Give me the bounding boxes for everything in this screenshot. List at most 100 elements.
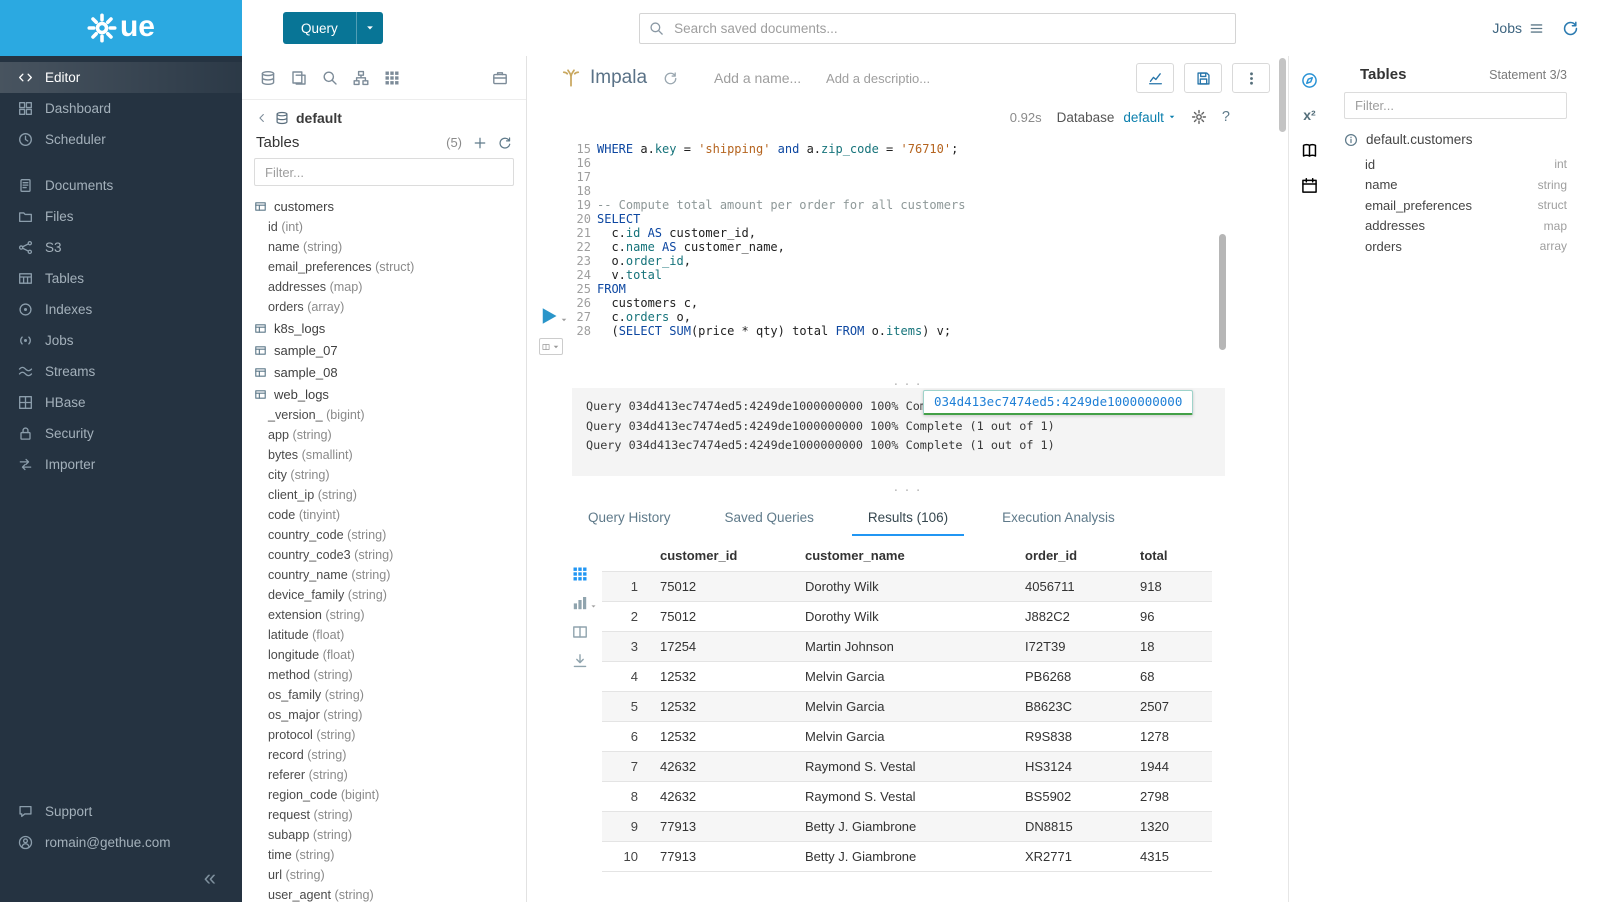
active-table-name[interactable]: default.customers	[1366, 132, 1473, 147]
result-row[interactable]: 275012Dorothy WilkJ882C296	[602, 602, 1212, 632]
sidebar-item-hbase[interactable]: HBase	[0, 387, 242, 418]
sidebar-item-indexes[interactable]: Indexes	[0, 294, 242, 325]
functions-icon[interactable]: x²	[1303, 107, 1315, 124]
grid-view-icon[interactable]	[572, 566, 588, 582]
result-row[interactable]: 175012Dorothy Wilk4056711918	[602, 572, 1212, 602]
resize-handle[interactable]: · · ·	[527, 484, 1288, 496]
sidebar-item-editor[interactable]: Editor	[0, 62, 242, 93]
right-column-name[interactable]: namestring	[1344, 175, 1567, 196]
columns-view-icon[interactable]	[572, 624, 588, 640]
chart-button[interactable]	[1136, 63, 1174, 93]
more-actions-button[interactable]	[1232, 63, 1270, 93]
hue-logo[interactable]: ue	[0, 0, 242, 56]
column-header-customer-name[interactable]: customer_name	[797, 540, 1017, 572]
right-column-addresses[interactable]: addressesmap	[1344, 216, 1567, 237]
sidebar-item-documents[interactable]: Documents	[0, 170, 242, 201]
assist-column-id[interactable]: id (int)	[254, 217, 526, 237]
download-icon[interactable]	[572, 653, 588, 669]
sidebar-item-security[interactable]: Security	[0, 418, 242, 449]
history-icon[interactable]	[1562, 20, 1579, 37]
assist-column-client-ip[interactable]: client_ip (string)	[254, 485, 526, 505]
assist-column-referer[interactable]: referer (string)	[254, 765, 526, 785]
assist-column-longitude[interactable]: longitude (float)	[254, 645, 526, 665]
assist-table-sample-08[interactable]: sample_08	[254, 361, 526, 383]
sidebar-item-dashboard[interactable]: Dashboard	[0, 93, 242, 124]
assist-column-os-family[interactable]: os_family (string)	[254, 685, 526, 705]
database-selector[interactable]: default	[1123, 110, 1176, 125]
sitemap-icon[interactable]	[353, 70, 369, 86]
assist-column-os-major[interactable]: os_major (string)	[254, 705, 526, 725]
chart-view-icon[interactable]	[572, 595, 588, 611]
snippet-settings-button[interactable]	[539, 338, 563, 355]
column-header-customer-id[interactable]: customer_id	[652, 540, 797, 572]
assist-column-extension[interactable]: extension (string)	[254, 605, 526, 625]
user-menu[interactable]: romain@gethue.com	[0, 827, 242, 858]
assist-column-url[interactable]: url (string)	[254, 865, 526, 885]
right-column-orders[interactable]: ordersarray	[1344, 236, 1567, 257]
query-name-input[interactable]	[714, 70, 814, 86]
new-query-button[interactable]: Query	[283, 12, 357, 44]
assist-column-record[interactable]: record (string)	[254, 745, 526, 765]
assist-column-region-code[interactable]: region_code (bigint)	[254, 785, 526, 805]
sidebar-item-importer[interactable]: Importer	[0, 449, 242, 480]
result-row[interactable]: 842632Raymond S. VestalBS59022798	[602, 782, 1212, 812]
tab-query-history[interactable]: Query History	[572, 501, 687, 536]
right-column-email-preferences[interactable]: email_preferencesstruct	[1344, 195, 1567, 216]
main-scrollbar[interactable]	[1279, 58, 1286, 132]
assist-column-request[interactable]: request (string)	[254, 805, 526, 825]
briefcase-icon[interactable]	[492, 70, 508, 86]
settings-gear-icon[interactable]	[1191, 109, 1207, 125]
language-reference-icon[interactable]	[1301, 142, 1318, 159]
tab-results-106[interactable]: Results (106)	[852, 501, 964, 536]
save-button[interactable]	[1184, 63, 1222, 93]
table-filter-input[interactable]	[254, 158, 514, 186]
tab-execution-analysis[interactable]: Execution Analysis	[986, 501, 1131, 536]
query-dropdown-button[interactable]	[357, 12, 383, 44]
query-id-popover[interactable]: 034d413ec7474ed5:4249de1000000000	[923, 390, 1193, 415]
right-column-id[interactable]: idint	[1344, 154, 1567, 175]
assist-table-customers[interactable]: customers	[254, 195, 526, 217]
query-logs[interactable]: Query 034d413ec7474ed5:4249de1000000000 …	[572, 388, 1225, 476]
assist-column-orders[interactable]: orders (array)	[254, 297, 526, 317]
apps-grid-icon[interactable]	[384, 70, 400, 86]
assist-table-web-logs[interactable]: web_logs	[254, 383, 526, 405]
result-row[interactable]: 317254Martin JohnsonI72T3918	[602, 632, 1212, 662]
editor-scrollbar[interactable]	[1219, 234, 1226, 350]
assist-column-bytes[interactable]: bytes (smallint)	[254, 445, 526, 465]
assist-column-email-preferences[interactable]: email_preferences (struct)	[254, 257, 526, 277]
result-row[interactable]: 512532Melvin GarciaB8623C2507	[602, 692, 1212, 722]
calendar-icon[interactable]	[1301, 177, 1318, 194]
back-chevron-icon[interactable]	[256, 112, 268, 124]
database-icon[interactable]	[260, 70, 276, 86]
execute-options-caret[interactable]	[560, 316, 568, 324]
result-row[interactable]: 412532Melvin GarciaPB626868	[602, 662, 1212, 692]
resize-handle[interactable]: · · ·	[527, 380, 1288, 388]
database-breadcrumb[interactable]: default	[296, 110, 342, 126]
sidebar-item-jobs[interactable]: Jobs	[0, 325, 242, 356]
sidebar-item-support[interactable]: Support	[0, 796, 242, 827]
assist-column-user-agent[interactable]: user_agent (string)	[254, 885, 526, 902]
assist-column-time[interactable]: time (string)	[254, 845, 526, 865]
assist-column-name[interactable]: name (string)	[254, 237, 526, 257]
assist-table-sample-07[interactable]: sample_07	[254, 339, 526, 361]
help-icon[interactable]: ?	[1222, 109, 1230, 125]
sidebar-item-tables[interactable]: Tables	[0, 263, 242, 294]
assist-column-addresses[interactable]: addresses (map)	[254, 277, 526, 297]
tab-saved-queries[interactable]: Saved Queries	[709, 501, 830, 536]
add-table-icon[interactable]	[473, 136, 487, 150]
info-icon[interactable]	[1344, 133, 1358, 147]
assist-column-country-code[interactable]: country_code (string)	[254, 525, 526, 545]
right-assist-filter-input[interactable]	[1344, 92, 1567, 119]
search-input[interactable]	[639, 13, 1236, 44]
sql-code-area[interactable]: WHERE a.key = 'shipping' and a.zip_code …	[597, 142, 1208, 338]
assist-column-version[interactable]: _version_ (bigint)	[254, 405, 526, 425]
assist-column-method[interactable]: method (string)	[254, 665, 526, 685]
result-row[interactable]: 612532Melvin GarciaR9S8381278	[602, 722, 1212, 752]
assist-column-country-code3[interactable]: country_code3 (string)	[254, 545, 526, 565]
sidebar-item-s3[interactable]: S3	[0, 232, 242, 263]
assist-column-app[interactable]: app (string)	[254, 425, 526, 445]
assist-column-code[interactable]: code (tinyint)	[254, 505, 526, 525]
jobs-link[interactable]: Jobs	[1492, 20, 1544, 36]
assist-column-subapp[interactable]: subapp (string)	[254, 825, 526, 845]
result-row[interactable]: 742632Raymond S. VestalHS31241944	[602, 752, 1212, 782]
